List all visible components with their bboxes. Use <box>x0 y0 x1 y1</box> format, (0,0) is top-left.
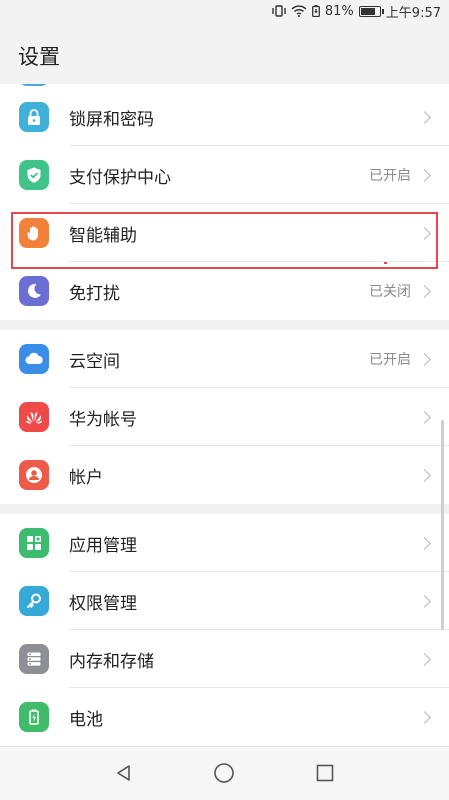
settings-item-huawei-logo[interactable]: 华为帐号 <box>0 388 449 446</box>
settings-item-label: 内存和存储 <box>69 651 154 672</box>
settings-item-label: 华为帐号 <box>69 409 137 430</box>
battery-icon <box>358 5 384 17</box>
group-separator <box>0 320 449 330</box>
settings-item-lock[interactable]: 锁屏和密码 <box>0 88 449 146</box>
status-time: 上午9:57 <box>385 5 441 21</box>
storage-icon <box>19 644 49 674</box>
chevron-right-icon <box>418 410 431 424</box>
battery-saver-icon <box>311 5 320 17</box>
battery-icon <box>19 702 49 732</box>
settings-item-status: 已开启 <box>369 352 411 368</box>
chevron-right-icon <box>418 168 431 182</box>
settings-item-apps-grid[interactable]: 应用管理 <box>0 514 449 572</box>
settings-item-hand[interactable]: 智能辅助 <box>0 204 449 262</box>
chevron-right-icon <box>418 352 431 366</box>
shield-check-icon <box>19 160 49 190</box>
settings-item-cloud[interactable]: 云空间 已开启 <box>0 330 449 388</box>
settings-item-shield-check[interactable]: 支付保护中心 已开启 <box>0 146 449 204</box>
settings-item-status: 已关闭 <box>369 284 411 300</box>
wifi-icon <box>291 5 307 17</box>
home-button[interactable] <box>213 762 235 784</box>
chevron-right-icon <box>418 652 431 666</box>
back-triangle-icon <box>117 765 130 781</box>
settings-item-user[interactable]: 帐户 <box>0 446 449 504</box>
hand-icon <box>19 218 49 248</box>
chevron-right-icon <box>418 594 431 608</box>
settings-item-moon[interactable]: 免打扰 已关闭 <box>0 262 449 320</box>
user-icon <box>19 460 49 490</box>
back-button[interactable] <box>113 762 135 784</box>
recents-square-icon <box>316 764 334 782</box>
settings-item-label: 锁屏和密码 <box>69 109 154 130</box>
lock-icon <box>19 102 49 132</box>
settings-item-label: 免打扰 <box>69 283 120 304</box>
scrollbar[interactable] <box>441 420 444 630</box>
home-circle-icon <box>214 763 234 783</box>
group-separator <box>0 504 449 514</box>
navigation-bar <box>0 746 449 800</box>
settings-item-label: 应用管理 <box>69 535 137 556</box>
key-icon <box>19 586 49 616</box>
settings-item-label: 智能辅助 <box>69 225 137 246</box>
settings-item-label: 权限管理 <box>69 593 137 614</box>
status-bar: 81% 上午9:57 <box>0 0 449 22</box>
chevron-right-icon <box>418 284 431 298</box>
chevron-right-icon <box>418 536 431 550</box>
recents-button[interactable] <box>314 762 336 784</box>
apps-grid-icon <box>19 528 49 558</box>
huawei-logo-icon <box>19 402 49 432</box>
cloud-icon <box>19 344 49 374</box>
chevron-right-icon <box>418 226 431 240</box>
moon-icon <box>19 276 49 306</box>
page-title: 设置 <box>18 45 60 69</box>
settings-item-battery[interactable]: 电池 <box>0 688 449 746</box>
header: 设置 <box>0 22 449 84</box>
settings-item-key[interactable]: 权限管理 <box>0 572 449 630</box>
settings-item-label: 云空间 <box>69 351 120 372</box>
red-mark <box>384 262 387 264</box>
settings-item-label: 支付保护中心 <box>69 167 171 188</box>
settings-list[interactable]: 锁屏和密码 支付保护中心 已开启 智能辅助 免打扰 已关闭 云空间 已开启 华为帐号 帐户 应用管理… <box>0 84 449 746</box>
battery-percent: 81% <box>324 3 354 19</box>
settings-item-storage[interactable]: 内存和存储 <box>0 630 449 688</box>
chevron-right-icon <box>418 710 431 724</box>
chevron-right-icon <box>418 110 431 124</box>
settings-item-label: 电池 <box>69 709 103 730</box>
settings-item-label: 帐户 <box>69 467 103 488</box>
vibrate-icon <box>272 5 286 17</box>
chevron-right-icon <box>418 468 431 482</box>
settings-item-status: 已开启 <box>369 168 411 184</box>
